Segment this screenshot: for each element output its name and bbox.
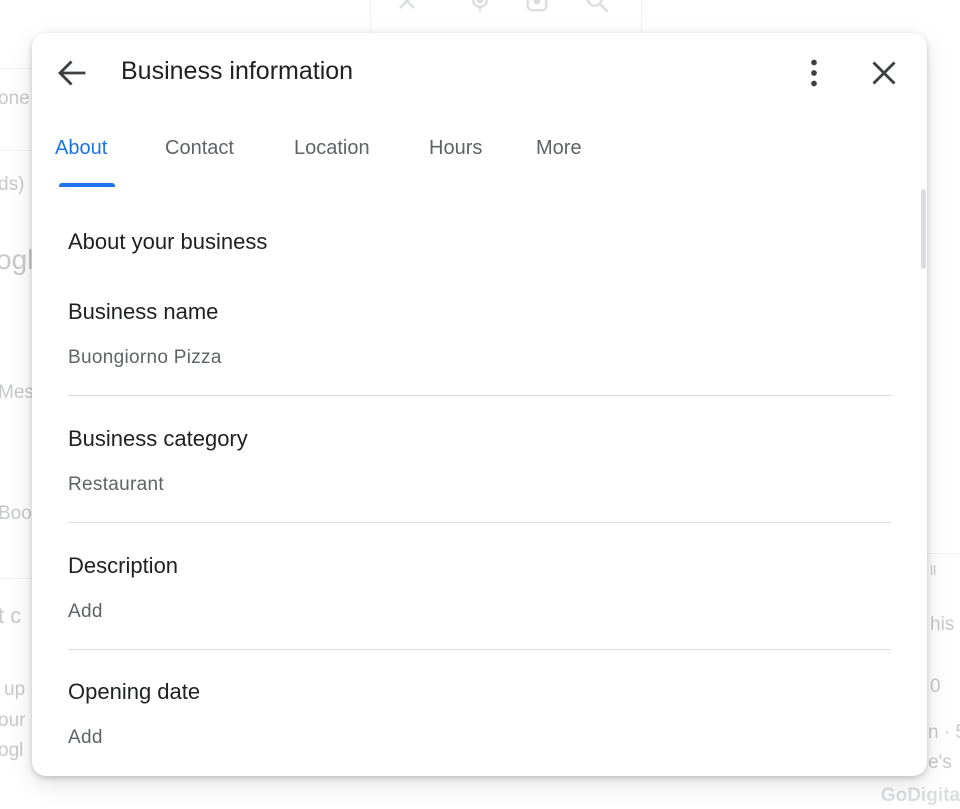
background-text: one	[0, 88, 30, 110]
background-text: up	[4, 679, 25, 701]
field-opening-date[interactable]: Opening date Add	[68, 679, 891, 776]
about-panel: About your business Business name Buongi…	[68, 189, 891, 776]
background-text: ll	[930, 562, 936, 578]
field-label: Business category	[68, 426, 248, 452]
background-text: t c	[0, 603, 21, 629]
section-title: About your business	[68, 229, 267, 255]
field-value: Add	[68, 727, 103, 749]
tab-bar: About Contact Location Hours More	[32, 125, 927, 189]
scrollbar-thumb[interactable]	[921, 189, 926, 269]
clear-icon	[393, 0, 421, 15]
background-text: our	[0, 710, 25, 732]
tab-about[interactable]: About	[55, 137, 107, 160]
background-search-toolbar	[370, 0, 642, 36]
more-vert-icon	[796, 55, 832, 91]
tab-hours[interactable]: Hours	[429, 137, 482, 160]
background-divider	[0, 68, 32, 69]
field-label: Opening date	[68, 679, 200, 705]
close-button[interactable]	[866, 55, 902, 91]
business-information-dialog: Business information About Contact Locat…	[32, 33, 927, 776]
field-value: Add	[68, 601, 103, 623]
background-text: ogl	[0, 244, 33, 276]
watermark-text: GoDigita	[881, 785, 960, 807]
background-text: ogl	[0, 740, 23, 762]
dialog-title: Business information	[121, 57, 353, 86]
tab-contact[interactable]: Contact	[165, 137, 234, 160]
field-value: Restaurant	[68, 474, 164, 496]
background-text: his	[930, 614, 954, 636]
field-label: Business name	[68, 299, 218, 325]
lens-icon	[523, 0, 551, 15]
background-text: n · 5	[928, 722, 960, 744]
field-business-category[interactable]: Business category Restaurant	[68, 426, 891, 553]
arrow-left-icon	[54, 55, 90, 91]
field-divider	[68, 649, 891, 650]
background-text: 0	[930, 676, 941, 698]
tab-more[interactable]: More	[536, 137, 582, 160]
background-text: e's	[928, 752, 952, 774]
background-text: Mes	[0, 382, 34, 404]
active-tab-indicator	[59, 183, 115, 187]
field-description[interactable]: Description Add	[68, 553, 891, 680]
close-icon	[866, 55, 902, 91]
field-business-name[interactable]: Business name Buongiorno Pizza	[68, 299, 891, 426]
back-button[interactable]	[54, 55, 90, 91]
more-options-button[interactable]	[796, 55, 832, 91]
field-value: Buongiorno Pizza	[68, 347, 222, 369]
field-divider	[68, 395, 891, 396]
background-divider	[0, 578, 32, 579]
dialog-header: Business information	[32, 33, 927, 113]
microphone-icon	[466, 0, 494, 15]
background-text: Boo	[0, 503, 32, 525]
field-divider	[68, 522, 891, 523]
field-label: Description	[68, 553, 178, 579]
background-divider	[0, 150, 32, 151]
background-divider	[927, 553, 960, 554]
background-text: ds)	[0, 174, 24, 196]
search-icon	[583, 0, 611, 15]
tab-location[interactable]: Location	[294, 137, 370, 160]
